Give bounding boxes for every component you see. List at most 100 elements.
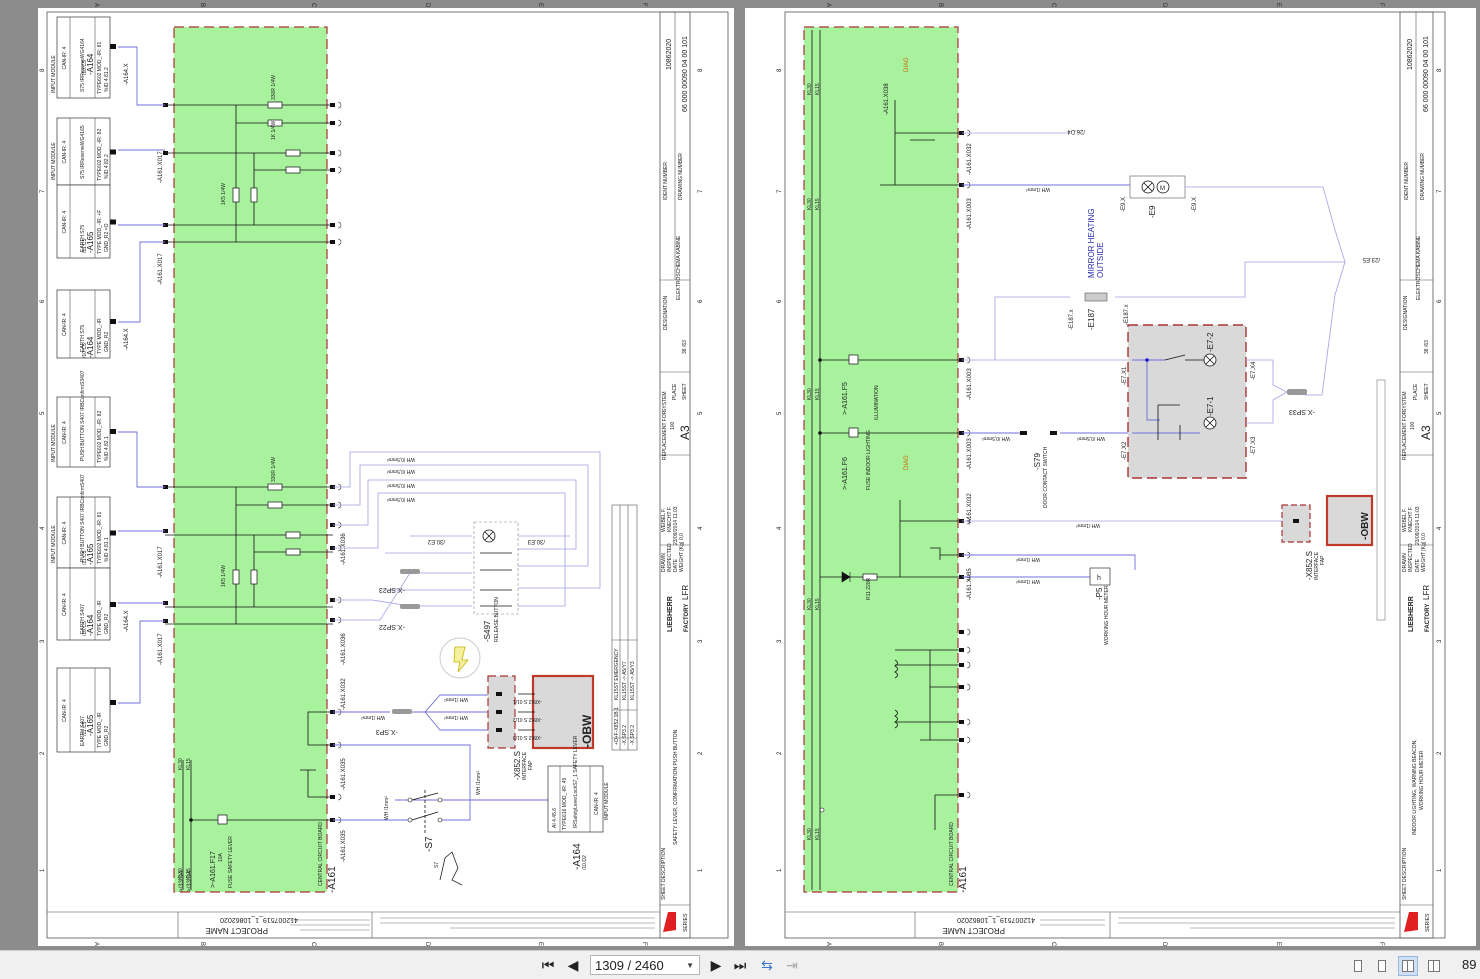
column-label: A — [825, 3, 831, 7]
project-name-label: PROJECT NAME — [942, 926, 1005, 935]
module-pos: /11.C5 — [82, 721, 88, 736]
s79-label: -S79 — [1033, 453, 1042, 470]
table-cell: KL15ST -> A5/Y7 — [622, 661, 628, 700]
series-label: SERIES — [1425, 913, 1431, 932]
module-head: INPUT MODULE — [604, 782, 610, 820]
connector-label: -A161.X003 — [967, 368, 973, 400]
module-head: INPUT MODULE — [51, 55, 57, 93]
first-page-button[interactable]: ⏮ — [540, 956, 556, 974]
single-page-icon — [1354, 960, 1362, 972]
fuse-icon — [217, 814, 228, 825]
resistor-label: 1K5 1/4W — [221, 183, 227, 205]
wire-label: WH /1mm² — [1016, 578, 1040, 584]
page-number-value: 1309 / 2460 — [595, 958, 664, 973]
diag-label: DIAG — [904, 57, 910, 72]
connector-label: -A161.X017 — [158, 633, 164, 665]
ident-label: IDENT NUMBER — [663, 162, 669, 200]
fap-label: FAP — [528, 760, 534, 770]
fuse-desc: FUSE SAFETY LEVER — [228, 836, 234, 888]
release-button-label: RELEASE BUTTON — [494, 597, 500, 642]
input-module[interactable]: CAN-IR: 4EARTH S75 TYPE MOD_-IR: +F GND_R2… — [56, 184, 116, 259]
kl15-label: KL15 — [815, 828, 821, 840]
x852-interface-box[interactable] — [1281, 504, 1311, 543]
wire-label: WH /1mm² — [444, 696, 468, 702]
splice-sp22-icon — [400, 604, 420, 609]
module-type: TYPE602 MOD_-IR: 81 — [97, 42, 103, 94]
board-ref-label: -A161 — [327, 866, 338, 893]
module-can: CAN-IR: 4 — [594, 792, 600, 815]
chevron-down-icon[interactable]: ▼ — [686, 956, 694, 976]
first-page-icon: ⏮ — [541, 956, 555, 973]
module-id: AI 4.45.6 — [552, 808, 558, 828]
prev-page-button[interactable]: ◀ — [565, 956, 581, 974]
page-number-input[interactable]: 1309 / 2460 ▼ — [590, 955, 700, 975]
module-id: %ID 4.81.2 — [104, 67, 110, 92]
terminal — [330, 795, 335, 799]
column-label: C — [310, 942, 316, 947]
next-page-button[interactable]: ▶ — [708, 956, 724, 974]
left-page: AABBCCDDEEFF8 87 76 65 54 43 32 21 1 IDENT NUMBE… — [38, 3, 734, 947]
rotate-button[interactable]: ⇆ — [758, 956, 776, 974]
column-label: E — [1275, 3, 1281, 7]
column-label: F — [1378, 3, 1384, 7]
ident-label: IDENT NUMBER — [1404, 162, 1410, 200]
e7-2-label: -E7-2 — [1206, 332, 1215, 352]
right-page: AABBCCDDEEFF8 87 76 65 54 43 32 21 1 IDENT NUMBE… — [745, 3, 1476, 947]
central-circuit-board[interactable] — [803, 26, 959, 893]
connector-label: -E187.x — [1069, 309, 1075, 330]
terminal — [959, 738, 964, 742]
module-pos: /11.C5 — [82, 238, 88, 253]
project-name: 412007519_1_10862020 — [957, 916, 1035, 923]
column-label: C — [310, 3, 316, 8]
kl15-label: KL15 — [815, 388, 821, 400]
e7-interior-light-box[interactable] — [1127, 324, 1247, 479]
terminal — [330, 103, 335, 107]
series-label: SERIES — [683, 913, 689, 932]
splice-label: -X.SP3 — [376, 728, 398, 735]
wire-label: WH /0,5mm² — [387, 468, 415, 474]
continuous-view-button[interactable] — [1372, 956, 1392, 976]
wire-label: WH /0,5mm² — [1077, 435, 1105, 441]
input-module[interactable]: INPUT MODULE CAN-IR: 4 S75 IRReserveWG4164… — [51, 16, 116, 99]
terminal — [959, 685, 964, 689]
wire-label: WH /1mm² — [476, 771, 482, 795]
wire-label: WH /1mm² — [384, 796, 390, 820]
connector-label: -E9.X — [1192, 197, 1198, 212]
module-type: TYPE MOD_-IR — [97, 712, 103, 748]
input-module[interactable]: CAN-IR: 4EARTH S407TYPE MOD_-IRGND_R2-A1… — [56, 667, 116, 753]
input-module[interactable]: CAN-IR: 4EARTH S407TYPE MOD_-IRGND_R2-A1… — [56, 567, 116, 641]
splice-label: -X.SP23 — [379, 586, 405, 593]
two-page-continuous-button[interactable] — [1424, 956, 1444, 976]
input-module[interactable]: INPUT MODULE CAN-IR: 4 S75 IRReserveWG4165… — [51, 117, 116, 186]
zoom-level[interactable]: 89 — [1462, 957, 1476, 972]
module-can: CAN-IR: 4 — [62, 421, 68, 444]
module-pos: /10.C5 — [82, 621, 88, 636]
connector-label: -A161.X017 — [158, 546, 164, 578]
single-page-view-button[interactable] — [1348, 956, 1368, 976]
connector-label: -A164.X — [124, 63, 130, 85]
s7-label: -S7 — [424, 836, 435, 852]
input-module[interactable]: CAN-IR: 4EARTH S75 TYPE MOD_-IR GND_R2-A16… — [56, 289, 116, 359]
sheet-description: INDOOR LIGHTING, WARNING BEACON, — [1412, 739, 1418, 835]
column-label: E — [537, 942, 543, 946]
column-label: F — [1378, 942, 1384, 946]
central-circuit-board[interactable] — [173, 26, 328, 893]
last-page-button[interactable]: ⏭ — [731, 956, 749, 974]
module-can: CAN-IR: 4 — [62, 699, 68, 722]
module-id: GND_R2 =O — [104, 223, 110, 252]
table-cell: -X.SP3.2 — [622, 725, 628, 745]
export-button[interactable]: ⇥ — [783, 956, 801, 974]
obw-pin-label: -X852.S 01/1 — [513, 698, 542, 704]
kl15-label: KL15 — [815, 83, 821, 95]
brand-logo: LIEBHERR — [667, 596, 674, 632]
mirror-heating-label: MIRROR HEATING — [1087, 208, 1096, 278]
ref-label: /30.E3 — [527, 538, 545, 544]
two-page-view-button[interactable] — [1398, 956, 1418, 976]
resistor-label: R11 220R — [866, 577, 872, 600]
weight-label: WEIGHT [Kg] — [1421, 541, 1427, 572]
factory-label: FACTORY — [1425, 604, 1431, 632]
document-view: AABBCCDDEEFF8 87 76 65 54 43 32 21 1 IDENT NUMBE… — [38, 3, 1476, 947]
column-label: F — [641, 942, 647, 946]
module-can: CAN-IR: 4 — [62, 522, 68, 545]
wire-label: WH /0,5mm² — [387, 496, 415, 502]
